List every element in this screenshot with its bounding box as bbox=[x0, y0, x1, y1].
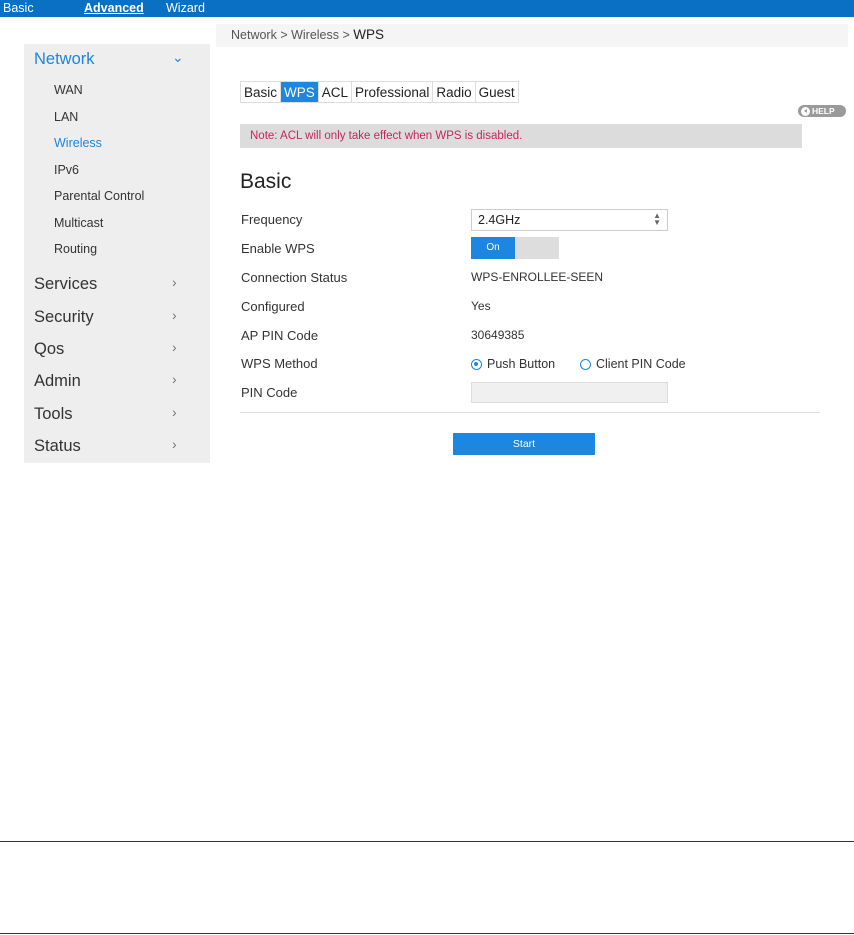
sidebar-subitem-ipv6[interactable]: IPv6 bbox=[54, 163, 79, 177]
sidebar-item-network[interactable]: Network ⌄ bbox=[24, 49, 210, 72]
connection-status-value: WPS-ENROLLEE-SEEN bbox=[471, 270, 604, 284]
enable-wps-label: Enable WPS bbox=[241, 241, 315, 256]
page-divider-line bbox=[0, 841, 854, 842]
breadcrumb-current: WPS bbox=[353, 27, 385, 42]
toggle-on-label: On bbox=[471, 237, 515, 259]
sidebar-subitem-wireless[interactable]: Wireless bbox=[54, 136, 102, 150]
chevron-left-icon bbox=[801, 106, 810, 116]
tab-wps[interactable]: WPS bbox=[281, 82, 319, 102]
radio-checked-icon bbox=[471, 358, 482, 370]
page-divider-line bbox=[0, 933, 854, 934]
radio-unchecked-icon bbox=[580, 358, 591, 370]
pin-code-input[interactable] bbox=[471, 382, 668, 403]
frequency-select[interactable]: 2.4GHz ▲ ▼ bbox=[471, 209, 668, 231]
wireless-tabs: Basic WPS ACL Professional Radio Guest bbox=[240, 81, 519, 103]
enable-wps-toggle[interactable]: On bbox=[471, 237, 559, 259]
sidebar-item-label: Security bbox=[34, 308, 94, 326]
select-arrows-icon: ▲ ▼ bbox=[653, 211, 661, 227]
sidebar-subitem-multicast[interactable]: Multicast bbox=[54, 216, 103, 230]
sidebar-subitem-wan[interactable]: WAN bbox=[54, 83, 83, 97]
sidebar-item-label: Qos bbox=[34, 340, 65, 358]
tab-guest[interactable]: Guest bbox=[476, 82, 518, 102]
breadcrumb: Network > Wireless > WPS bbox=[216, 24, 848, 47]
sidebar-subitem-routing[interactable]: Routing bbox=[54, 242, 97, 256]
sidebar-item-qos[interactable]: Qos › bbox=[24, 339, 210, 362]
radio-label: Push Button bbox=[487, 357, 556, 371]
radio-push-button[interactable]: Push Button bbox=[471, 357, 555, 371]
sidebar-subitem-parental-control[interactable]: Parental Control bbox=[54, 189, 144, 203]
nav-basic-link[interactable]: Basic bbox=[3, 1, 34, 15]
sidebar-item-label: Network bbox=[34, 50, 95, 68]
tab-acl[interactable]: ACL bbox=[319, 82, 353, 102]
chevron-right-icon: › bbox=[172, 307, 177, 323]
nav-wizard-link[interactable]: Wizard bbox=[166, 1, 205, 15]
sidebar-item-label: Tools bbox=[34, 405, 73, 423]
sidebar: Network ⌄ WAN LAN Wireless IPv6 Parental… bbox=[24, 44, 210, 463]
wps-method-label: WPS Method bbox=[241, 356, 318, 371]
chevron-right-icon: › bbox=[172, 371, 177, 387]
chevron-right-icon: › bbox=[172, 274, 177, 290]
top-nav-bar: Basic Advanced Wizard bbox=[0, 0, 854, 17]
sidebar-item-label: Status bbox=[34, 437, 81, 455]
divider bbox=[240, 412, 820, 413]
frequency-value: 2.4GHz bbox=[478, 213, 521, 227]
help-button[interactable]: HELP bbox=[798, 105, 846, 117]
ap-pin-label: AP PIN Code bbox=[241, 328, 319, 343]
frequency-label: Frequency bbox=[241, 212, 303, 227]
chevron-down-icon: ⌄ bbox=[172, 49, 184, 65]
configured-value: Yes bbox=[471, 299, 491, 313]
tab-professional[interactable]: Professional bbox=[352, 82, 434, 102]
sidebar-subitem-lan[interactable]: LAN bbox=[54, 110, 78, 124]
chevron-right-icon: › bbox=[172, 339, 177, 355]
radio-label: Client PIN Code bbox=[596, 357, 686, 371]
breadcrumb-path: Network > Wireless > bbox=[231, 28, 354, 42]
chevron-right-icon: › bbox=[172, 404, 177, 420]
sidebar-item-status[interactable]: Status › bbox=[24, 436, 210, 459]
tab-basic[interactable]: Basic bbox=[241, 82, 282, 102]
nav-advanced-link[interactable]: Advanced bbox=[84, 1, 144, 15]
sidebar-item-label: Admin bbox=[34, 372, 81, 390]
radio-client-pin-code[interactable]: Client PIN Code bbox=[580, 357, 686, 371]
ap-pin-value: 30649385 bbox=[471, 328, 525, 342]
sidebar-item-label: Services bbox=[34, 275, 98, 293]
sidebar-item-security[interactable]: Security › bbox=[24, 307, 210, 330]
start-button[interactable]: Start bbox=[453, 433, 595, 455]
sidebar-item-services[interactable]: Services › bbox=[24, 274, 210, 297]
acl-note: Note: ACL will only take effect when WPS… bbox=[240, 124, 802, 148]
help-label: HELP bbox=[812, 106, 835, 116]
section-title: Basic bbox=[240, 170, 292, 193]
tab-radio[interactable]: Radio bbox=[433, 82, 476, 102]
sidebar-item-admin[interactable]: Admin › bbox=[24, 371, 210, 394]
chevron-right-icon: › bbox=[172, 436, 177, 452]
pin-code-label: PIN Code bbox=[241, 385, 298, 400]
connection-status-label: Connection Status bbox=[241, 270, 348, 285]
sidebar-item-tools[interactable]: Tools › bbox=[24, 404, 210, 427]
configured-label: Configured bbox=[241, 299, 305, 314]
